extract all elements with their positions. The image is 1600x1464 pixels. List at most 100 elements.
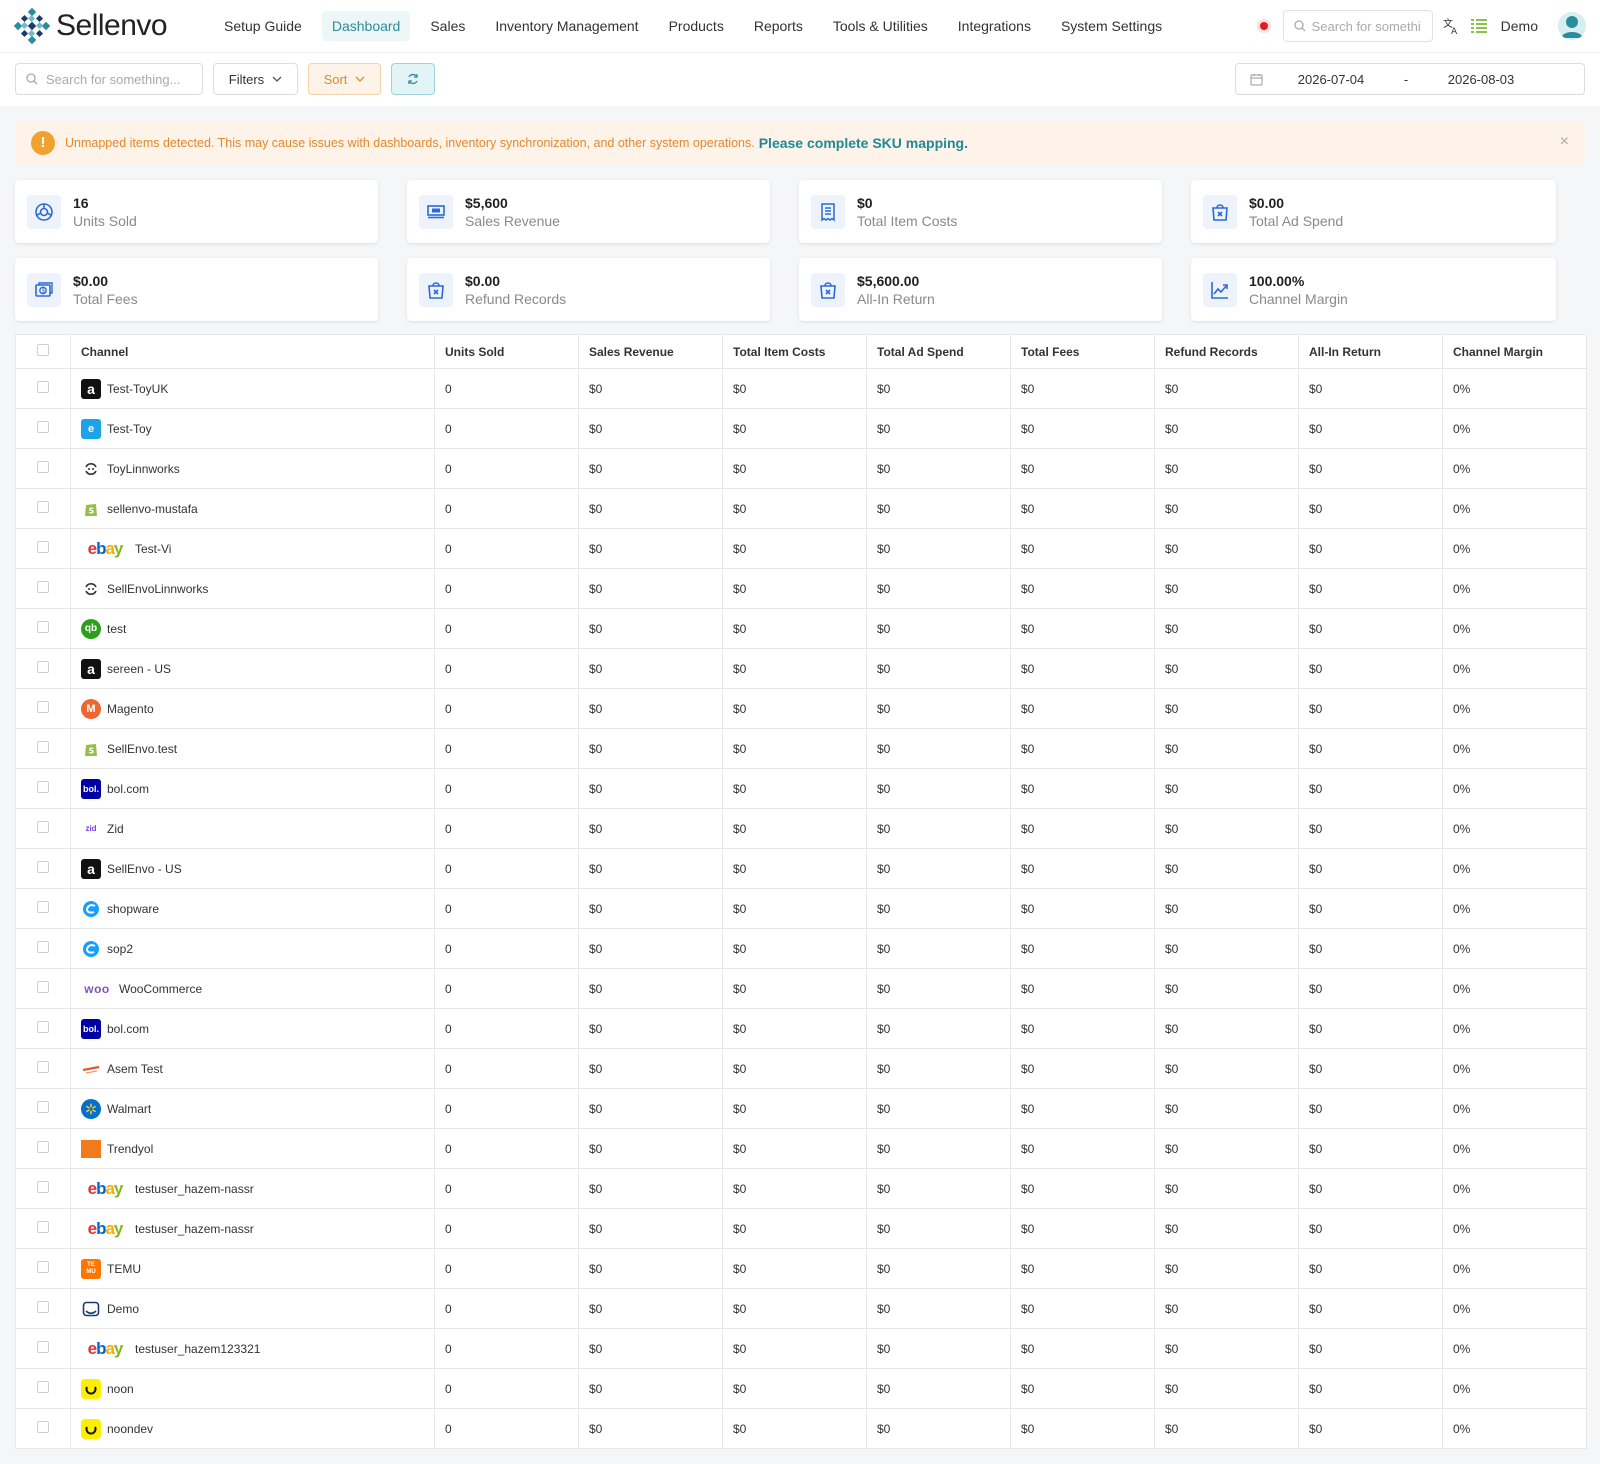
channel-cell[interactable]: Trendyol — [81, 1139, 424, 1158]
nav-inventory-management[interactable]: Inventory Management — [485, 11, 648, 41]
search-input[interactable]: Search for something... — [15, 63, 203, 95]
channel-cell[interactable]: noon — [81, 1378, 424, 1399]
channel-cell[interactable]: M Magento — [81, 698, 424, 719]
table-row[interactable]: a SellEnvo - US 0 $0 $0 $0 $0 $0 $0 0% — [15, 848, 1587, 889]
channel-cell[interactable]: e b a y testuser_hazem-nassr — [81, 1179, 424, 1199]
refresh-button[interactable] — [391, 63, 435, 95]
nav-integrations[interactable]: Integrations — [948, 11, 1041, 41]
table-row[interactable]: qb test 0 $0 $0 $0 $0 $0 $0 0% — [15, 608, 1587, 649]
row-checkbox[interactable] — [37, 1421, 49, 1433]
col-total-fees[interactable]: Total Fees — [1010, 334, 1155, 369]
channel-cell[interactable]: e b a y testuser_hazem-nassr — [81, 1219, 424, 1239]
channel-cell[interactable]: a SellEnvo - US — [81, 858, 424, 879]
table-row[interactable]: a Test-ToyUK 0 $0 $0 $0 $0 $0 $0 0% — [15, 368, 1587, 409]
row-checkbox[interactable] — [37, 661, 49, 673]
table-row[interactable]: M Magento 0 $0 $0 $0 $0 $0 $0 0% — [15, 688, 1587, 729]
row-checkbox[interactable] — [37, 1101, 49, 1113]
translate-icon[interactable]: 文A — [1441, 16, 1461, 36]
table-row[interactable]: SellEnvoLinnworks 0 $0 $0 $0 $0 $0 $0 0% — [15, 568, 1587, 609]
row-checkbox[interactable] — [37, 421, 49, 433]
date-range-picker[interactable]: 2026-07-04 - 2026-08-03 — [1235, 63, 1585, 95]
row-checkbox[interactable] — [37, 621, 49, 633]
channel-cell[interactable]: SellEnvoLinnworks — [81, 579, 424, 599]
nav-products[interactable]: Products — [659, 11, 734, 41]
channel-cell[interactable]: sop2 — [81, 939, 424, 959]
channel-cell[interactable]: bol. bol.com — [81, 1018, 424, 1039]
channel-cell[interactable]: S SellEnvo.test — [81, 739, 424, 759]
row-checkbox[interactable] — [37, 1181, 49, 1193]
stat-card-units-sold[interactable]: 16 Units Sold — [15, 180, 378, 243]
row-checkbox[interactable] — [37, 1141, 49, 1153]
channel-cell[interactable]: bol. bol.com — [81, 778, 424, 799]
table-row[interactable]: S SellEnvo.test 0 $0 $0 $0 $0 $0 $0 0% — [15, 728, 1587, 769]
col-channel[interactable]: Channel — [70, 334, 435, 369]
table-row[interactable]: noon 0 $0 $0 $0 $0 $0 $0 0% — [15, 1368, 1587, 1409]
list-menu-icon[interactable] — [1469, 16, 1489, 36]
row-checkbox[interactable] — [37, 381, 49, 393]
nav-setup-guide[interactable]: Setup Guide — [214, 11, 312, 41]
table-row[interactable]: e b a y Test-Vi 0 $0 $0 $0 $0 $0 $0 0% — [15, 528, 1587, 569]
col-total-item-costs[interactable]: Total Item Costs — [722, 334, 867, 369]
table-row[interactable]: Asem Test 0 $0 $0 $0 $0 $0 $0 0% — [15, 1048, 1587, 1089]
row-checkbox[interactable] — [37, 1341, 49, 1353]
row-checkbox[interactable] — [37, 541, 49, 553]
table-row[interactable]: shopware 0 $0 $0 $0 $0 $0 $0 0% — [15, 888, 1587, 929]
app-logo[interactable]: Sellenvo — [14, 8, 204, 44]
col-refund-records[interactable]: Refund Records — [1154, 334, 1299, 369]
stat-card-all-in-return[interactable]: $5,600.00 All-In Return — [799, 258, 1162, 321]
row-checkbox[interactable] — [37, 581, 49, 593]
stat-card-total-ad-spend[interactable]: $0.00 Total Ad Spend — [1191, 180, 1556, 243]
table-row[interactable]: a sereen - US 0 $0 $0 $0 $0 $0 $0 0% — [15, 648, 1587, 689]
stat-card-channel-margin[interactable]: 100.00% Channel Margin — [1191, 258, 1556, 321]
row-checkbox[interactable] — [37, 781, 49, 793]
table-row[interactable]: bol. bol.com 0 $0 $0 $0 $0 $0 $0 0% — [15, 1008, 1587, 1049]
channel-cell[interactable]: zid Zid — [81, 819, 424, 839]
channel-cell[interactable]: e Test-Toy — [81, 418, 424, 439]
row-checkbox[interactable] — [37, 701, 49, 713]
table-row[interactable]: sop2 0 $0 $0 $0 $0 $0 $0 0% — [15, 928, 1587, 969]
nav-tools-utilities[interactable]: Tools & Utilities — [823, 11, 938, 41]
channel-cell[interactable]: Ssellenvo-mustafa — [81, 499, 424, 519]
table-row[interactable]: ToyLinnworks 0 $0 $0 $0 $0 $0 $0 0% — [15, 448, 1587, 489]
channel-cell[interactable]: Asem Test — [81, 1059, 424, 1079]
table-row[interactable]: e b a y testuser_hazem-nassr 0 $0 $0 $0 $0 $0 $0 0% — [15, 1168, 1587, 1209]
channel-cell[interactable]: shopware — [81, 899, 424, 919]
channel-cell[interactable]: Walmart — [81, 1098, 424, 1119]
row-checkbox[interactable] — [37, 1021, 49, 1033]
channel-cell[interactable]: TE MU TEMU — [81, 1258, 424, 1279]
stat-card-sales-revenue[interactable]: $5,600 Sales Revenue — [407, 180, 770, 243]
stat-card-total-fees[interactable]: $ $0.00 Total Fees — [15, 258, 378, 321]
row-checkbox[interactable] — [37, 501, 49, 513]
channel-cell[interactable]: ToyLinnworks — [81, 459, 424, 479]
row-checkbox[interactable] — [37, 461, 49, 473]
row-checkbox[interactable] — [37, 1221, 49, 1233]
date-to[interactable]: 2026-08-03 — [1426, 72, 1536, 87]
row-checkbox[interactable] — [37, 1261, 49, 1273]
channel-cell[interactable]: Demo — [81, 1299, 424, 1319]
table-row[interactable]: Demo 0 $0 $0 $0 $0 $0 $0 0% — [15, 1288, 1587, 1329]
user-name[interactable]: Demo — [1501, 18, 1538, 34]
table-row[interactable]: woo WooCommerce 0 $0 $0 $0 $0 $0 $0 0% — [15, 968, 1587, 1009]
table-row[interactable]: e b a y testuser_hazem-nassr 0 $0 $0 $0 $0 $0 $0 0% — [15, 1208, 1587, 1249]
nav-dashboard[interactable]: Dashboard — [321, 11, 411, 41]
table-row[interactable]: Ssellenvo-mustafa 0 $0 $0 $0 $0 $0 $0 0% — [15, 488, 1587, 529]
sort-button[interactable]: Sort — [308, 63, 381, 95]
channel-cell[interactable]: noondev — [81, 1418, 424, 1439]
table-row[interactable]: bol. bol.com 0 $0 $0 $0 $0 $0 $0 0% — [15, 768, 1587, 809]
global-search-input[interactable]: Search for somethi — [1282, 10, 1433, 42]
table-row[interactable]: e b a y testuser_hazem123321 0 $0 $0 $0 $0 $0 $0 0% — [15, 1328, 1587, 1369]
channel-cell[interactable]: e b a y Test-Vi — [81, 539, 424, 559]
stat-card-refund-records[interactable]: $0.00 Refund Records — [407, 258, 770, 321]
table-row[interactable]: zid Zid 0 $0 $0 $0 $0 $0 $0 0% — [15, 808, 1587, 849]
nav-reports[interactable]: Reports — [744, 11, 813, 41]
close-icon[interactable]: × — [1560, 133, 1569, 151]
row-checkbox[interactable] — [37, 901, 49, 913]
row-checkbox[interactable] — [37, 1301, 49, 1313]
col-total-ad-spend[interactable]: Total Ad Spend — [866, 334, 1011, 369]
user-avatar[interactable] — [1558, 12, 1586, 40]
channel-cell[interactable]: a sereen - US — [81, 658, 424, 679]
channel-cell[interactable]: e b a y testuser_hazem123321 — [81, 1339, 424, 1359]
channel-cell[interactable]: qb test — [81, 618, 424, 639]
col-all-in-return[interactable]: All-In Return — [1298, 334, 1443, 369]
row-checkbox[interactable] — [37, 741, 49, 753]
